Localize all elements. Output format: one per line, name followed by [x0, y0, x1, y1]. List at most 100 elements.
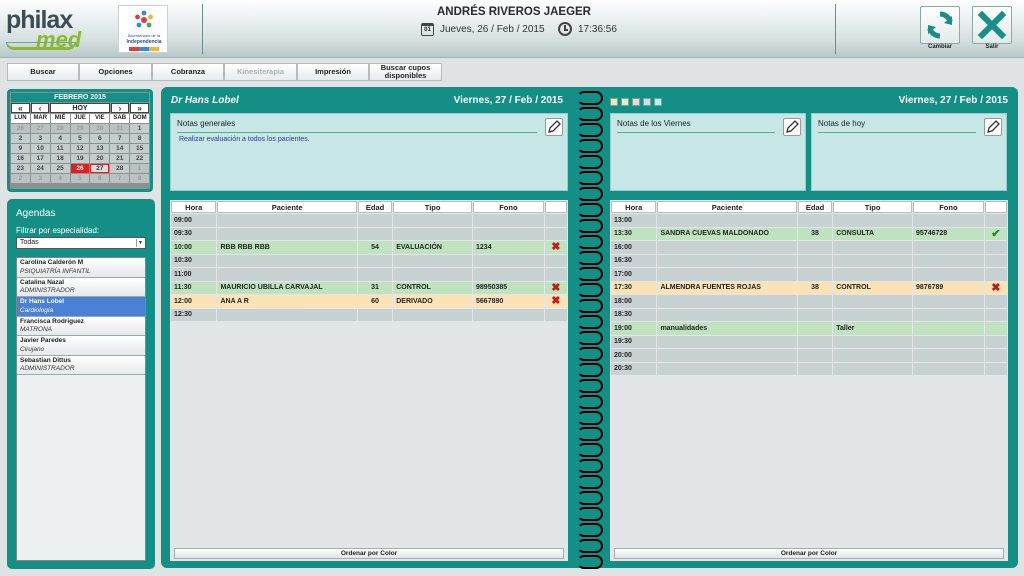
- calendar-day[interactable]: 5: [70, 174, 90, 183]
- appointment-row[interactable]: 19:30: [611, 335, 1007, 348]
- appointment-fono: [473, 214, 544, 227]
- color-swatch[interactable]: [610, 98, 618, 106]
- edit-friday-notes-button[interactable]: [783, 118, 801, 136]
- appointment-row[interactable]: 18:00: [611, 295, 1007, 308]
- edit-general-notes-button[interactable]: [545, 118, 563, 136]
- calendar-day[interactable]: 8: [130, 134, 149, 143]
- calendar-day[interactable]: 15: [130, 144, 149, 153]
- calendar-day[interactable]: 3: [30, 174, 50, 183]
- calendar-day[interactable]: 4: [50, 174, 70, 183]
- calendar-day[interactable]: 12: [70, 144, 90, 153]
- calendar-day[interactable]: 18: [50, 154, 70, 163]
- exit-button[interactable]: [972, 6, 1012, 44]
- calendar-day[interactable]: 30: [90, 124, 110, 133]
- calendar-day[interactable]: 14: [110, 144, 130, 153]
- calendar-day[interactable]: 2: [11, 134, 30, 143]
- calendar-day[interactable]: 6: [90, 134, 110, 143]
- appointment-row[interactable]: 18:30: [611, 308, 1007, 321]
- calendar-day[interactable]: 26: [11, 124, 30, 133]
- calendar-day[interactable]: 27: [90, 164, 110, 173]
- appointment-row[interactable]: 10:30: [171, 254, 567, 267]
- next-month-button[interactable]: ›: [110, 103, 130, 113]
- calendar-day[interactable]: 16: [11, 154, 30, 163]
- appointment-row[interactable]: 12:00 ANA A R 60 DERIVADO 5667890 ✖: [171, 295, 567, 308]
- specialty-select[interactable]: Todas ▼: [16, 237, 146, 249]
- color-swatch[interactable]: [654, 98, 662, 106]
- color-swatch[interactable]: [643, 98, 651, 106]
- calendar-day[interactable]: 31: [110, 124, 130, 133]
- calendar-day[interactable]: 19: [70, 154, 90, 163]
- change-button[interactable]: [920, 6, 960, 44]
- appointment-row[interactable]: 13:30 SANDRA CUEVAS MALDONADO 38 CONSULTA 95…: [611, 227, 1007, 240]
- appointment-row[interactable]: 19:00 manualidades Taller: [611, 322, 1007, 335]
- agenda-list-item[interactable]: Dr Hans Lobel Cardiología: [17, 297, 145, 317]
- calendar-day[interactable]: 7: [110, 174, 130, 183]
- appointment-row[interactable]: 10:00 RBB RBB RBB 54 EVALUACIÓN 1234 ✖: [171, 241, 567, 254]
- calendar-day[interactable]: 9: [11, 144, 30, 153]
- calendar-day[interactable]: 1: [130, 164, 149, 173]
- appointment-row[interactable]: 09:30: [171, 227, 567, 240]
- order-by-color-button-right[interactable]: Ordenar por Color: [614, 548, 1004, 559]
- appointment-row[interactable]: 17:30 ALMENDRA FUENTES ROJAS 38 CONTROL 9876…: [611, 281, 1007, 294]
- appointment-row[interactable]: 09:00: [171, 214, 567, 227]
- calendar-day[interactable]: 8: [130, 174, 149, 183]
- check-icon[interactable]: ✔: [991, 228, 1000, 239]
- calendar-day[interactable]: 13: [90, 144, 110, 153]
- appointment-row[interactable]: 13:00: [611, 214, 1007, 227]
- appointment-row[interactable]: 16:30: [611, 254, 1007, 267]
- cancel-x-icon[interactable]: ✖: [551, 296, 560, 307]
- appointment-row[interactable]: 20:30: [611, 362, 1007, 375]
- calendar-day[interactable]: 29: [70, 124, 90, 133]
- appointment-row[interactable]: 20:00: [611, 349, 1007, 362]
- calendar-day[interactable]: 3: [30, 134, 50, 143]
- calendar-day[interactable]: 27: [30, 124, 50, 133]
- appointment-edad: [797, 308, 833, 321]
- prev-month-button[interactable]: ‹: [30, 103, 50, 113]
- prev-year-button[interactable]: «: [11, 103, 30, 113]
- billing-button[interactable]: Cobranza: [152, 63, 224, 81]
- next-year-button[interactable]: »: [130, 103, 150, 113]
- calendar-day[interactable]: 26: [70, 164, 90, 173]
- appointment-row[interactable]: 12:30: [171, 308, 567, 321]
- calendar-day[interactable]: 28: [50, 124, 70, 133]
- cancel-x-icon[interactable]: ✖: [991, 282, 1000, 293]
- appointment-row[interactable]: 11:00: [171, 268, 567, 281]
- cancel-x-icon[interactable]: ✖: [551, 242, 560, 253]
- color-swatch[interactable]: [621, 98, 629, 106]
- agenda-list-item[interactable]: Catalina Nazal ADMINISTRADOR: [17, 277, 145, 297]
- calendar-day[interactable]: 17: [30, 154, 50, 163]
- calendar-day[interactable]: 11: [50, 144, 70, 153]
- order-by-color-button-left[interactable]: Ordenar por Color: [174, 548, 564, 559]
- calendar-day[interactable]: 20: [90, 154, 110, 163]
- today-button[interactable]: HOY: [50, 103, 110, 113]
- appointment-row[interactable]: 11:30 MAURICIO UBILLA CARVAJAL 31 CONTROL 98…: [171, 281, 567, 294]
- calendar-day[interactable]: 24: [30, 164, 50, 173]
- calendar-day[interactable]: 28: [110, 164, 130, 173]
- kinesitherapy-button[interactable]: Kinesiterapia: [224, 63, 297, 81]
- calendar-day[interactable]: 23: [11, 164, 30, 173]
- calendar-day[interactable]: 4: [50, 134, 70, 143]
- left-schedule: Hora Paciente Edad Tipo Fono 09:00 09:30 10:00…: [170, 200, 568, 561]
- calendar-day[interactable]: 1: [130, 124, 149, 133]
- agenda-list-item[interactable]: Francisca Rodriguez MATRONA: [17, 316, 145, 336]
- calendar-day[interactable]: 7: [110, 134, 130, 143]
- calendar-day[interactable]: 2: [11, 174, 30, 183]
- agenda-list-item[interactable]: Javier Paredes Cirujano: [17, 336, 145, 356]
- appointment-row[interactable]: 16:00: [611, 241, 1007, 254]
- options-button[interactable]: Opciones: [79, 63, 152, 81]
- edit-today-notes-button[interactable]: [984, 118, 1002, 136]
- calendar-day[interactable]: 21: [110, 154, 130, 163]
- calendar-day[interactable]: 5: [70, 134, 90, 143]
- print-button[interactable]: Impresión: [297, 63, 369, 81]
- calendar-day[interactable]: 6: [90, 174, 110, 183]
- appointment-row[interactable]: 17:00: [611, 268, 1007, 281]
- color-swatch[interactable]: [632, 98, 640, 106]
- search-button[interactable]: Buscar: [7, 63, 79, 81]
- calendar-day[interactable]: 22: [130, 154, 149, 163]
- calendar-day[interactable]: 25: [50, 164, 70, 173]
- cancel-x-icon[interactable]: ✖: [551, 282, 560, 293]
- calendar-day[interactable]: 10: [30, 144, 50, 153]
- agenda-list-item[interactable]: Carolina Calderón M PSIQUIATRÍA INFANTIL: [17, 258, 145, 278]
- agenda-list-item[interactable]: Sebastian Dittus ADMINISTRADOR: [17, 355, 145, 375]
- search-available-slots-button[interactable]: Buscar cupos disponibles: [369, 63, 442, 81]
